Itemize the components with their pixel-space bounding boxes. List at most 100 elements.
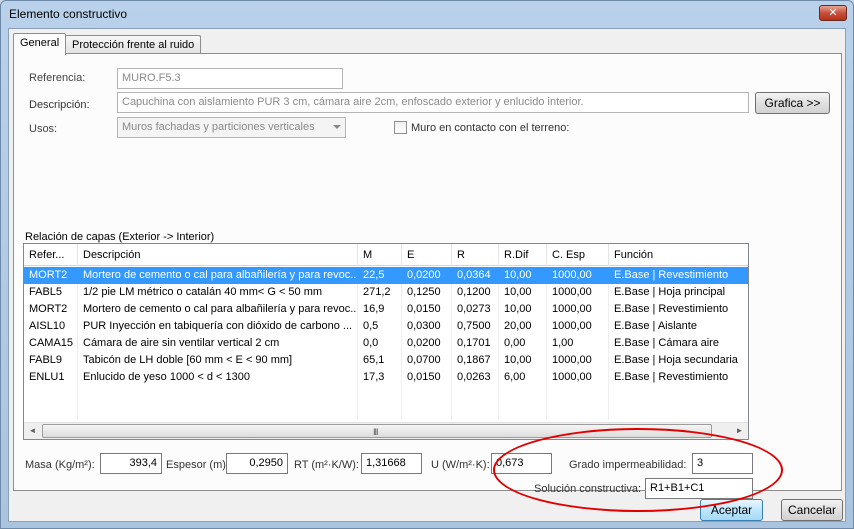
col-header-e[interactable]: E [402,244,452,266]
cell-funcion: E.Base | Hoja principal [614,286,726,298]
cell-funcion: E.Base | Cámara aire [614,337,719,349]
cell-rdif: 10,00 [499,352,547,369]
close-button[interactable]: ✕ [819,5,847,21]
cell-r: 0,0273 [452,301,499,318]
title-bar[interactable]: Elemento constructivo ✕ [1,1,853,27]
col-header-rdif[interactable]: R.Dif [499,244,547,266]
empty-cell [78,403,358,420]
cell-cesp: 1000,00 [547,301,609,318]
table-row[interactable]: ENLU1 Enlucido de yeso 1000 < d < 1300 1… [24,369,748,386]
cell-funcion: E.Base | Aislante [614,320,697,332]
cell-cesp: 1000,00 [547,284,609,301]
cell-funcion: E.Base | Hoja secundaria [614,354,738,366]
cell-e: 0,0700 [402,352,452,369]
empty-cell [452,386,499,403]
referencia-field[interactable]: MURO.F5.3 [117,68,343,89]
cell-rdif: 20,00 [499,318,547,335]
col-header-funcion[interactable]: Función [609,244,748,266]
terreno-checkbox[interactable] [394,121,407,134]
cell-r: 0,1200 [452,284,499,301]
cell-e: 0,0200 [402,267,452,284]
cell-e: 0,0300 [402,318,452,335]
col-header-descripcion[interactable]: Descripción [78,244,358,266]
cell-rdif: 10,00 [499,301,547,318]
referencia-label: Referencia: [29,72,86,84]
grip-icon: III [373,427,378,437]
table-row[interactable]: FABL5 1/2 pie LM métrico o catalán 40 mm… [24,284,748,301]
descripcion-field[interactable]: Capuchina con aislamiento PUR 3 cm, cáma… [117,92,749,113]
cell-r: 0,1701 [452,335,499,352]
masa-label: Masa (Kg/m²): [25,459,95,471]
grafica-button[interactable]: Grafica >> [755,92,830,114]
cell-r: 0,0263 [452,369,499,386]
espesor-label: Espesor (m): [166,459,229,471]
table-row[interactable]: MORT2 Mortero de cemento o cal para alba… [24,301,748,318]
empty-cell [24,403,78,420]
cell-cesp: 1000,00 [547,318,609,335]
scroll-left-icon[interactable]: ◄ [24,423,41,439]
col-header-m[interactable]: M [358,244,402,266]
col-header-referencia[interactable]: Refer... [24,244,78,266]
layers-caption: Relación de capas (Exterior -> Interior) [25,231,215,243]
table-row[interactable]: FABL9 Tabicón de LH doble [60 mm < E < 9… [24,352,748,369]
cell-descripcion: Mortero de cemento o cal para albañilerí… [78,301,358,318]
cell-descripcion: Tabicón de LH doble [60 mm < E < 90 mm] [78,352,358,369]
cancel-button[interactable]: Cancelar [781,499,843,521]
cell-descripcion: Enlucido de yeso 1000 < d < 1300 [78,369,358,386]
cell-descripcion: Cámara de aire sin ventilar vertical 2 c… [78,335,358,352]
col-header-cesp[interactable]: C. Esp [547,244,609,266]
empty-cell [547,403,609,420]
annotation-ellipse [493,428,783,512]
chevron-down-icon [333,125,341,129]
cell-r: 0,1867 [452,352,499,369]
cell-referencia: MORT2 [24,301,78,318]
empty-cell [358,386,402,403]
tab-proteccion-ruido[interactable]: Protección frente al ruido [65,35,202,53]
grid-header: Refer... Descripción M E R R.Dif C. Esp … [24,244,748,266]
empty-cell [452,403,499,420]
cell-m: 0,5 [358,318,402,335]
usos-select-value: Muros fachadas y particiones verticales [122,121,315,133]
cell-m: 271,2 [358,284,402,301]
tab-general[interactable]: General [13,33,67,55]
rt-field[interactable]: 1,31668 [361,453,422,474]
table-row[interactable]: CAMA15 Cámara de aire sin ventilar verti… [24,335,748,352]
layers-grid: Refer... Descripción M E R R.Dif C. Esp … [23,243,749,440]
cell-m: 16,9 [358,301,402,318]
table-row[interactable]: MORT2 Mortero de cemento o cal para alba… [24,267,748,284]
usos-label: Usos: [29,123,58,135]
col-header-r[interactable]: R [452,244,499,266]
empty-cell [499,403,547,420]
cell-e: 0,0150 [402,369,452,386]
cell-funcion: E.Base | Revestimiento [614,269,729,281]
cell-referencia: MORT2 [24,267,78,284]
cell-rdif: 0,00 [499,335,547,352]
cell-descripcion: 1/2 pie LM métrico o catalán 40 mm< G < … [78,284,358,301]
cell-cesp: 1000,00 [547,267,609,284]
cell-cesp: 1000,00 [547,352,609,369]
empty-cell [547,386,609,403]
close-icon: ✕ [828,7,838,19]
cell-referencia: CAMA15 [24,335,78,352]
cell-referencia: FABL5 [24,284,78,301]
table-row[interactable]: AISL10 PUR Inyección en tabiquería con d… [24,318,748,335]
cell-m: 17,3 [358,369,402,386]
empty-row [24,386,748,403]
masa-field[interactable]: 393,4 [100,453,162,474]
cell-descripcion: Mortero de cemento o cal para albañilerí… [78,267,358,284]
tab-panel-general: Referencia: MURO.F5.3 Descripción: Capuc… [13,53,842,499]
empty-cell [78,386,358,403]
cell-e: 0,1250 [402,284,452,301]
empty-row [24,403,748,420]
grid-body: MORT2 Mortero de cemento o cal para alba… [24,267,748,420]
cell-r: 0,7500 [452,318,499,335]
usos-select[interactable]: Muros fachadas y particiones verticales [117,117,346,138]
cell-rdif: 10,00 [499,284,547,301]
espesor-field[interactable]: 0,2950 [226,453,288,474]
cell-funcion: E.Base | Revestimiento [614,371,729,383]
cell-rdif: 6,00 [499,369,547,386]
cell-m: 0,0 [358,335,402,352]
empty-cell [24,386,78,403]
rt-label: RT (m²·K/W): [294,459,359,471]
scroll-right-icon[interactable]: ► [731,423,748,439]
